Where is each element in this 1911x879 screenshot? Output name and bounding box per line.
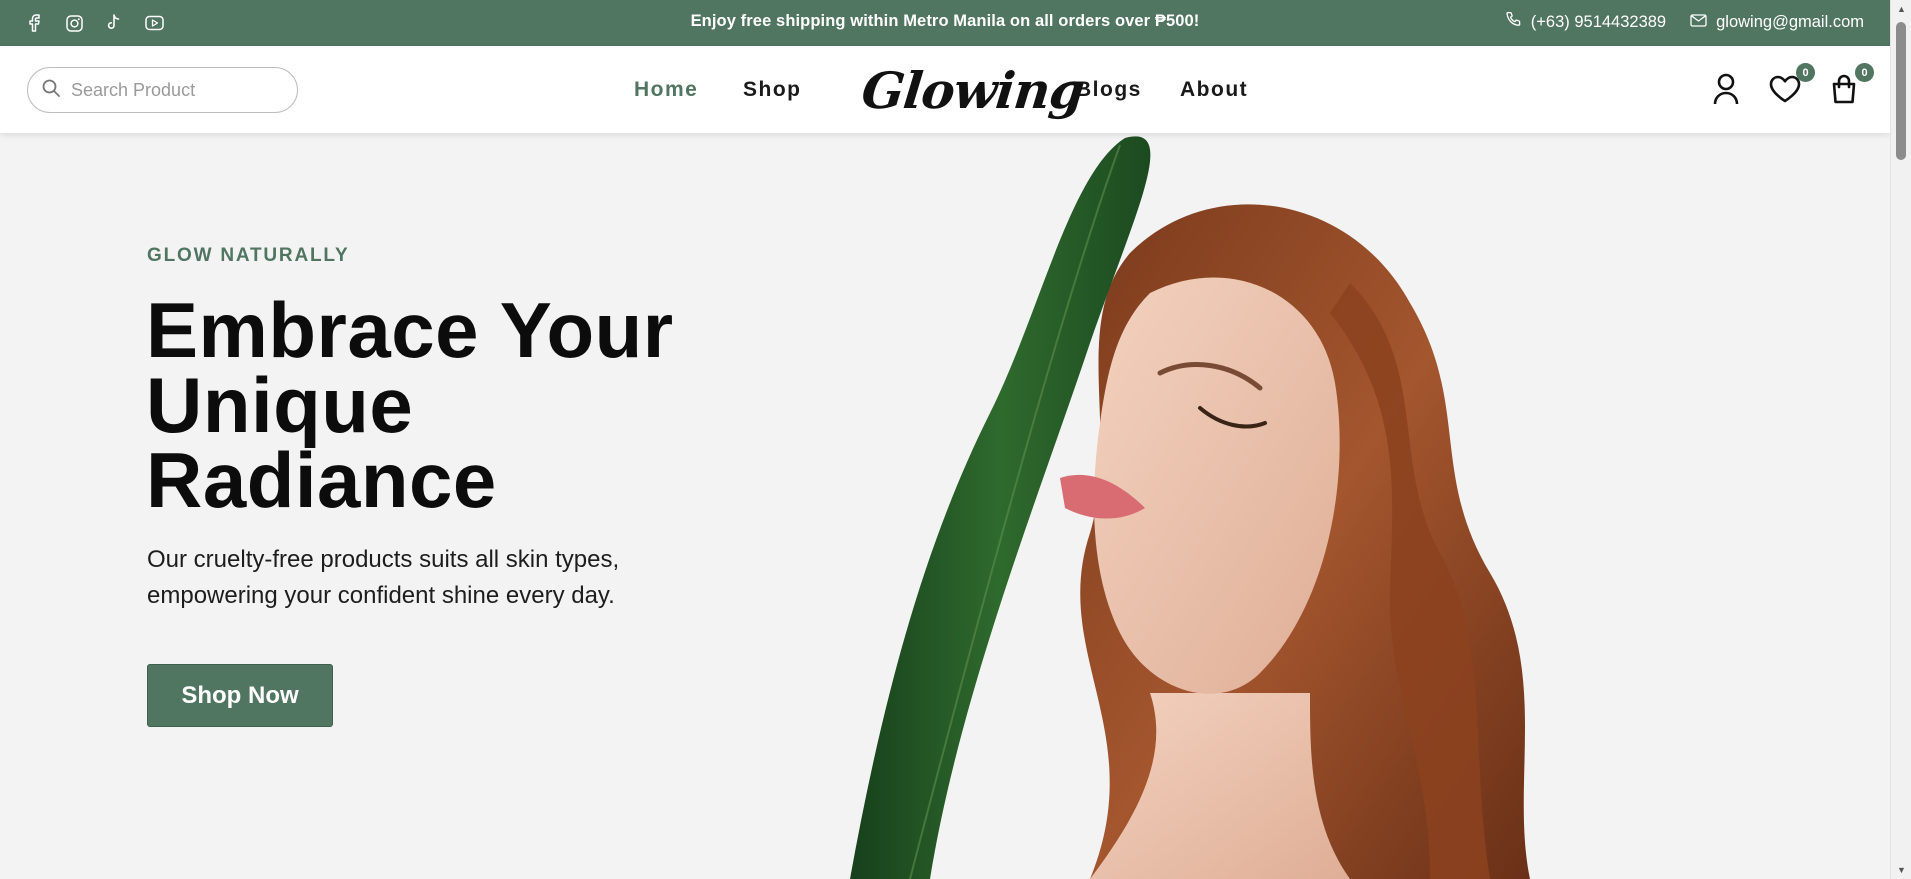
cart-button[interactable]: 0 (1826, 63, 1874, 109)
search-box (27, 67, 298, 113)
account-button[interactable] (1708, 69, 1744, 109)
nav-home[interactable]: Home (634, 76, 698, 104)
phone-icon (1505, 11, 1522, 33)
shop-now-button[interactable]: Shop Now (147, 664, 333, 727)
page-scrollbar[interactable]: ▲ ▼ (1890, 0, 1911, 879)
shopping-bag-icon (1832, 74, 1856, 104)
search-input[interactable] (69, 78, 269, 102)
wishlist-button[interactable]: 0 (1767, 63, 1815, 109)
email-address: glowing@gmail.com (1716, 12, 1864, 31)
hero-model-image (850, 136, 1530, 879)
announcement-bar: Enjoy free shipping within Metro Manila … (0, 0, 1890, 46)
nav-blogs[interactable]: Blogs (1076, 76, 1142, 104)
hero-eyebrow: GLOW NATURALLY (147, 245, 350, 266)
heart-icon (1769, 75, 1801, 103)
wishlist-count-badge: 0 (1796, 63, 1815, 82)
scrollbar-thumb[interactable] (1896, 22, 1906, 160)
nav-shop[interactable]: Shop (743, 76, 802, 104)
hero-headline-line: Embrace Your (146, 286, 674, 374)
hero-subtext: Our cruelty-free products suits all skin… (147, 546, 620, 609)
site-header: Home Shop Blogs About Glowing 0 0 (0, 46, 1890, 133)
scroll-up-arrow-icon[interactable]: ▲ (1891, 0, 1911, 18)
hero-headline: Embrace Your Unique Radiance (146, 286, 766, 524)
user-icon (1713, 73, 1739, 105)
contact-info: (+63) 9514432389 glowing@gmail.com (1505, 0, 1864, 44)
nav-about[interactable]: About (1180, 76, 1248, 104)
scroll-down-arrow-icon[interactable]: ▼ (1891, 861, 1911, 879)
hero-headline-line: Radiance (146, 436, 497, 524)
hero-headline-line: Unique (146, 361, 414, 449)
phone-contact[interactable]: (+63) 9514432389 (1505, 11, 1666, 33)
site-logo[interactable]: Glowing (858, 56, 1087, 126)
cart-count-badge: 0 (1855, 63, 1874, 82)
mail-icon (1690, 13, 1707, 32)
phone-number: (+63) 9514432389 (1530, 12, 1667, 31)
email-contact[interactable]: glowing@gmail.com (1690, 13, 1864, 32)
search-icon[interactable] (41, 78, 61, 103)
hero-section: GLOW NATURALLY Embrace Your Unique Radia… (0, 133, 1890, 879)
